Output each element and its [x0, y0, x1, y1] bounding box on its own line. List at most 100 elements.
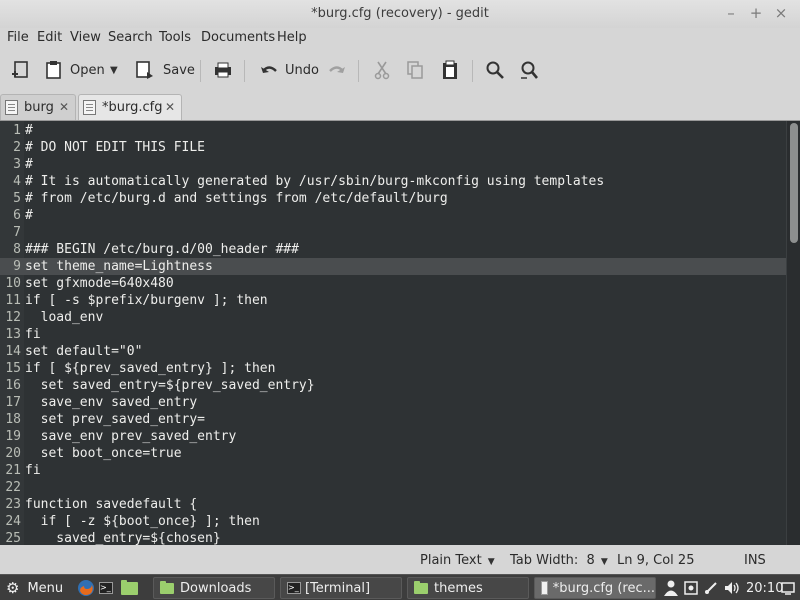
code-line[interactable]: 8 ### BEGIN /etc/burg.d/00_header ### [0, 241, 786, 258]
tab-width-selector[interactable]: Tab Width: 8 ▼ [510, 553, 608, 568]
cut-button[interactable] [372, 52, 392, 88]
folder-icon [414, 580, 428, 594]
taskbar-window-gedit[interactable]: *burg.cfg (rec... [534, 577, 656, 599]
menu-file[interactable]: File [7, 30, 29, 45]
scrollbar-thumb[interactable] [790, 123, 798, 243]
code-line[interactable]: 20 set boot_once=true [0, 445, 786, 462]
code-line[interactable]: 1 # [0, 122, 786, 139]
open-button[interactable]: Open [44, 52, 105, 88]
paste-button[interactable] [440, 52, 460, 88]
user-applet[interactable] [664, 577, 678, 599]
save-label: Save [163, 62, 195, 78]
minimize-icon[interactable]: – [722, 4, 740, 22]
code-line[interactable]: 23 function savedefault { [0, 496, 786, 513]
menu-view[interactable]: View [70, 30, 101, 45]
code-line[interactable]: 3 # [0, 156, 786, 173]
maximize-icon[interactable]: + [747, 4, 765, 22]
volume-applet[interactable] [724, 577, 740, 599]
status-bar: Plain Text ▼ Tab Width: 8 ▼ Ln 9, Col 25 I… [0, 546, 800, 574]
text-editor[interactable]: 1 #2 # DO NOT EDIT THIS FILE 3 #4 # It is aut… [0, 120, 800, 545]
code-text: set boot_once=true [25, 446, 182, 461]
code-line[interactable]: 19 save_env prev_saved_entry [0, 428, 786, 445]
copy-icon [407, 61, 423, 79]
code-line[interactable]: 2 # DO NOT EDIT THIS FILE [0, 139, 786, 156]
start-menu-button[interactable]: ⚙ Menu [6, 577, 63, 599]
code-line[interactable]: 9 set theme_name=Lightness [0, 258, 786, 275]
code-line[interactable]: 7 [0, 224, 786, 241]
vertical-scrollbar[interactable] [786, 121, 800, 545]
code-line[interactable]: 15 if [ ${prev_saved_entry} ]; then [0, 360, 786, 377]
code-text: ### BEGIN /etc/burg.d/00_header ### [25, 242, 299, 257]
code-line[interactable]: 12 load_env [0, 309, 786, 326]
network-applet[interactable] [704, 577, 718, 599]
terminal-launcher[interactable]: >_ [99, 577, 117, 599]
close-tab-icon[interactable]: ✕ [165, 100, 175, 114]
save-button[interactable]: Save [135, 52, 195, 88]
tab-burg-cfg[interactable]: *burg.cfg ✕ [78, 94, 182, 120]
document-tabs: burg ✕ *burg.cfg ✕ [0, 92, 800, 120]
close-tab-icon[interactable]: ✕ [59, 100, 69, 114]
chevron-down-icon: ▼ [487, 557, 495, 567]
new-document-icon [12, 61, 28, 78]
show-desktop-button[interactable] [781, 577, 795, 599]
line-number: 24 [5, 514, 21, 529]
clock[interactable]: 20:10 [746, 577, 783, 599]
code-line[interactable]: 16 set saved_entry=${prev_saved_entry} [0, 377, 786, 394]
code-line[interactable]: 4 # It is automatically generated by /usr… [0, 173, 786, 190]
line-number: 10 [5, 276, 21, 291]
menu-help[interactable]: Help [277, 30, 307, 45]
code-text: # [25, 123, 33, 138]
window-label: *burg.cfg (rec... [552, 580, 655, 596]
menu-edit[interactable]: Edit [37, 30, 62, 45]
text-document-icon [5, 100, 18, 115]
new-document-button[interactable] [10, 52, 30, 88]
taskbar-window-downloads[interactable]: Downloads [153, 577, 275, 599]
search-icon [486, 61, 504, 79]
menu-search[interactable]: Search [108, 30, 153, 45]
code-line[interactable]: 21 fi [0, 462, 786, 479]
undo-button[interactable]: Undo [259, 52, 319, 88]
search-button[interactable] [485, 52, 505, 88]
user-icon [664, 580, 678, 596]
close-icon[interactable]: × [772, 4, 790, 22]
open-recent-dropdown[interactable]: ▼ [110, 52, 118, 88]
menu-bar: File Edit View Search Tools Documents He… [0, 28, 800, 48]
open-label: Open [70, 62, 105, 78]
search-replace-button[interactable] [519, 52, 539, 88]
line-number: 16 [5, 378, 21, 393]
language-selector[interactable]: Plain Text ▼ [420, 553, 495, 568]
search-replace-icon [521, 61, 538, 79]
code-line[interactable]: 24 if [ -z ${boot_once} ]; then [0, 513, 786, 530]
code-line[interactable]: 6 # [0, 207, 786, 224]
code-text: # It is automatically generated by /usr/… [25, 174, 605, 189]
window-label: Downloads [180, 580, 252, 596]
print-button[interactable] [213, 52, 233, 88]
menu-tools[interactable]: Tools [159, 30, 191, 45]
code-text: set default="0" [25, 344, 143, 359]
code-line[interactable]: 5 # from /etc/burg.d and settings from /e… [0, 190, 786, 207]
code-line[interactable]: 11 if [ -s $prefix/burgenv ]; then [0, 292, 786, 309]
taskbar-window-terminal[interactable]: >_ [Terminal] [280, 577, 402, 599]
code-line[interactable]: 14 set default="0" [0, 343, 786, 360]
redo-button[interactable] [327, 52, 347, 88]
code-line[interactable]: 13 fi [0, 326, 786, 343]
code-line[interactable]: 17 save_env saved_entry [0, 394, 786, 411]
tab-burg[interactable]: burg ✕ [0, 94, 76, 120]
start-menu-label: Menu [27, 580, 64, 596]
code-line[interactable]: 10 set gfxmode=640x480 [0, 275, 786, 292]
code-line[interactable]: 25 saved_entry=${chosen} [0, 530, 786, 545]
menu-documents[interactable]: Documents [201, 30, 275, 45]
code-line[interactable]: 22 [0, 479, 786, 496]
code-text: if [ -s $prefix/burgenv ]; then [25, 293, 268, 308]
line-number: 23 [5, 497, 21, 512]
show-desktop-icon [781, 582, 795, 595]
screensaver-applet[interactable] [684, 577, 698, 599]
copy-button[interactable] [405, 52, 425, 88]
toolbar-separator [472, 60, 473, 82]
files-launcher[interactable] [121, 577, 144, 599]
code-line[interactable]: 18 set prev_saved_entry= [0, 411, 786, 428]
browser-launcher[interactable] [77, 577, 95, 599]
text-document-icon [83, 100, 96, 115]
taskbar-window-themes[interactable]: themes [407, 577, 529, 599]
line-number: 11 [5, 293, 21, 308]
